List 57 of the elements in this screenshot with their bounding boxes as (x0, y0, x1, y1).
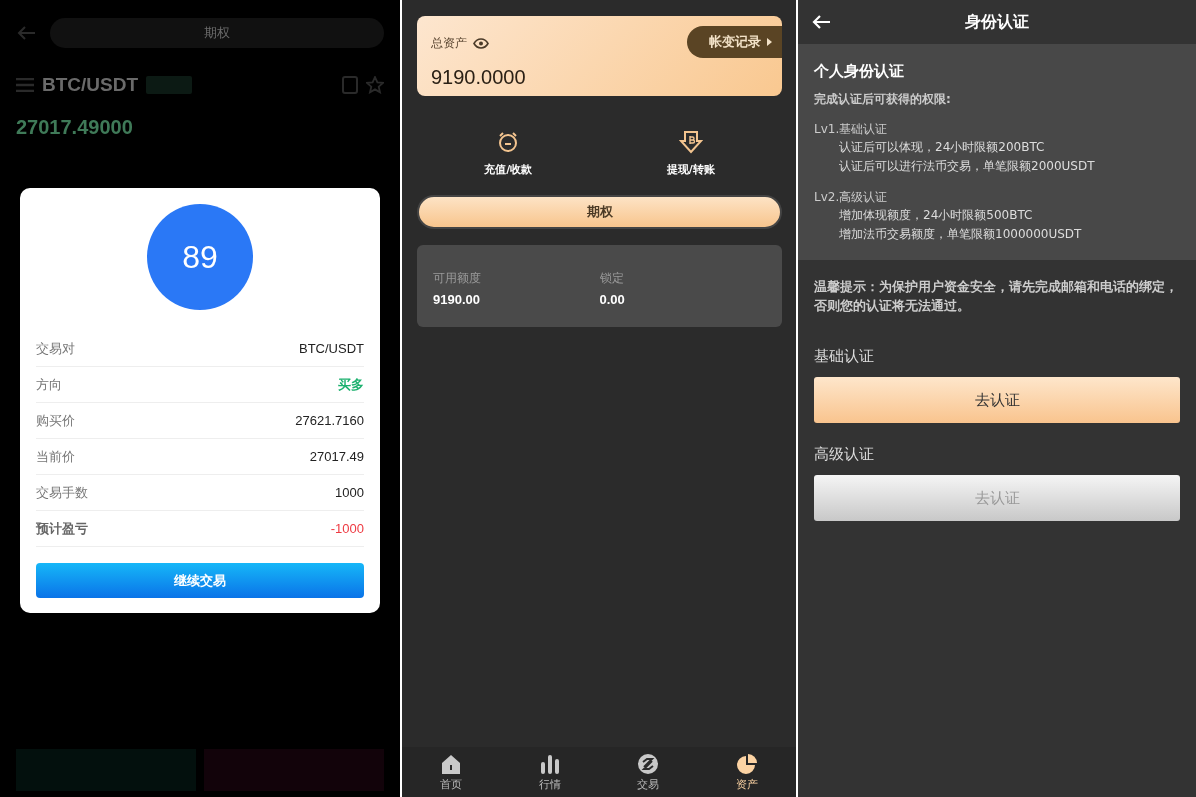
row-value: -1000 (330, 521, 364, 536)
page-title[interactable]: 期权 (50, 18, 384, 48)
tip-text: 温馨提示：为保护用户资金安全，请先完成邮箱和电话的绑定，否则您的认证将无法通过。 (813, 278, 1179, 315)
total-assets-label: 总资产 (431, 35, 467, 52)
row-label: 购买价 (36, 411, 75, 430)
balance-label: 锁定 (599, 270, 625, 287)
swap-circle-icon (637, 752, 660, 775)
countdown-circle: 89 (147, 204, 253, 310)
info-heading: 个人身份认证 (814, 62, 905, 81)
category-tab[interactable]: 期权 (417, 195, 782, 229)
action-button[interactable]: 提现/转账 (599, 130, 782, 177)
back-arrow-icon (16, 25, 36, 41)
info-subheading: 完成认证后可获得的权限: (814, 91, 952, 108)
caret-icon (767, 38, 772, 46)
balance-label: 可用额度 (433, 270, 482, 287)
verify-button: 去认证 (814, 475, 1180, 521)
balance-value: 0.00 (599, 292, 626, 307)
tag-block (146, 76, 193, 94)
down-arrow-coin-icon (678, 130, 703, 154)
page-title: 身份认证 (965, 11, 1029, 33)
document-icon (342, 76, 358, 94)
level-name: Lv1.基础认证 (814, 121, 889, 138)
star-icon (366, 76, 384, 94)
total-assets-value: 9190.0000 (431, 66, 527, 89)
menu-icon (16, 78, 34, 92)
section-label: 基础认证 (814, 347, 875, 366)
row-value: 买多 (338, 375, 364, 394)
eye-icon (473, 38, 489, 49)
bar-chart-icon (538, 752, 561, 775)
level-benefit: 增加体现额度，24小时限额500BTC (838, 207, 1034, 224)
row-label: 交易对 (36, 339, 75, 358)
row-value: 1000 (335, 485, 364, 500)
tab-bar-item[interactable]: 资产 (697, 747, 796, 797)
back-arrow-icon (811, 14, 831, 30)
pair-label: BTC/USDT (42, 74, 139, 96)
balance-value: 9190.00 (433, 292, 481, 307)
tab-bar-item[interactable]: 行情 (500, 747, 599, 797)
price-text: 27017.49000 (16, 116, 134, 139)
level-benefit: 认证后可以进行法币交易，单笔限额2000USDT (838, 158, 1096, 175)
row-label: 交易手数 (36, 483, 88, 502)
records-button[interactable]: 帐变记录 (687, 26, 782, 58)
row-label: 方向 (36, 375, 62, 394)
house-icon (440, 752, 463, 775)
level-name: Lv2.高级认证 (814, 189, 889, 206)
row-label: 当前价 (36, 447, 75, 466)
tab-bar-item[interactable]: 交易 (599, 747, 698, 797)
row-value: 27017.49 (309, 449, 364, 464)
level-benefit: 认证后可以体现，24小时限额200BTC (838, 139, 1046, 156)
verify-button[interactable]: 去认证 (814, 377, 1180, 423)
row-value: 27621.7160 (295, 413, 364, 428)
row-value: BTC/USDT (299, 341, 364, 356)
action-button[interactable]: 充值/收款 (417, 130, 600, 177)
tab-bar-item[interactable]: 首页 (402, 747, 501, 797)
level-benefit: 增加法币交易额度，单笔限额1000000USDT (838, 226, 1083, 243)
pie-chart-icon (735, 752, 758, 775)
row-label: 预计盈亏 (36, 519, 88, 538)
section-label: 高级认证 (814, 445, 875, 464)
